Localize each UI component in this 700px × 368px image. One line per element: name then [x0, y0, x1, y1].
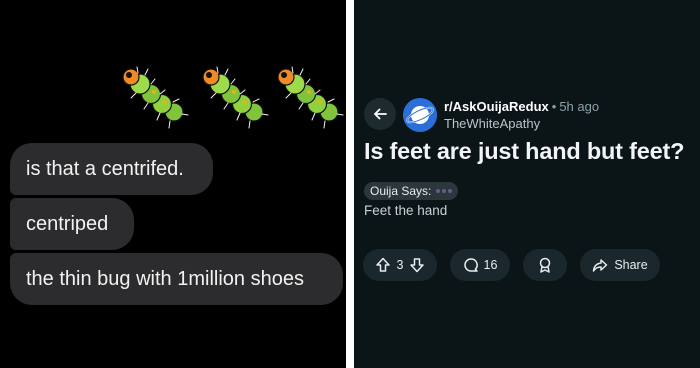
post-flair: Ouija Says:	[364, 182, 459, 200]
flair-label: Ouija Says:	[370, 184, 432, 198]
award-icon	[537, 257, 553, 273]
subreddit-line: r/AskOuijaRedux • 5h ago	[444, 99, 599, 114]
award-button[interactable]	[523, 249, 567, 281]
post-author[interactable]: TheWhiteApathy	[444, 116, 540, 131]
comments-button[interactable]: 16	[450, 249, 510, 281]
vote-bar: 3	[363, 249, 437, 281]
share-icon	[592, 257, 608, 273]
share-button[interactable]: Share	[580, 249, 660, 281]
share-label: Share	[614, 258, 648, 272]
post-body: Feet the hand	[364, 203, 448, 218]
chat-message: centriped	[10, 198, 134, 250]
post-age: 5h ago	[559, 99, 600, 114]
separator-dot: •	[551, 99, 557, 114]
vote-count: 3	[396, 258, 404, 272]
subreddit-name[interactable]: r/AskOuijaRedux	[444, 99, 549, 114]
comment-count: 16	[483, 258, 498, 272]
post-title: Is feet are just hand but feet?	[364, 138, 685, 164]
caterpillar-emoji	[277, 66, 344, 129]
upvote-icon[interactable]	[375, 257, 391, 273]
flair-emoji-icon	[436, 189, 453, 193]
comment-icon	[463, 257, 479, 273]
reddit-post-panel: r/AskOuijaRedux • 5h ago TheWhiteApathy Is…	[354, 0, 700, 368]
chat-message: the thin bug with 1million shoes	[10, 253, 343, 305]
planet-icon	[403, 98, 437, 132]
downvote-icon[interactable]	[409, 257, 425, 273]
emoji-row	[118, 62, 346, 134]
subreddit-avatar[interactable]	[403, 98, 437, 132]
arrow-left-icon	[374, 108, 387, 120]
chat-message: is that a centrifed.	[10, 143, 213, 195]
caterpillar-emoji	[202, 66, 269, 129]
caterpillar-emoji	[122, 66, 189, 129]
chat-panel: is that a centrifed. centriped the thin …	[0, 0, 346, 368]
back-button[interactable]	[364, 98, 396, 130]
